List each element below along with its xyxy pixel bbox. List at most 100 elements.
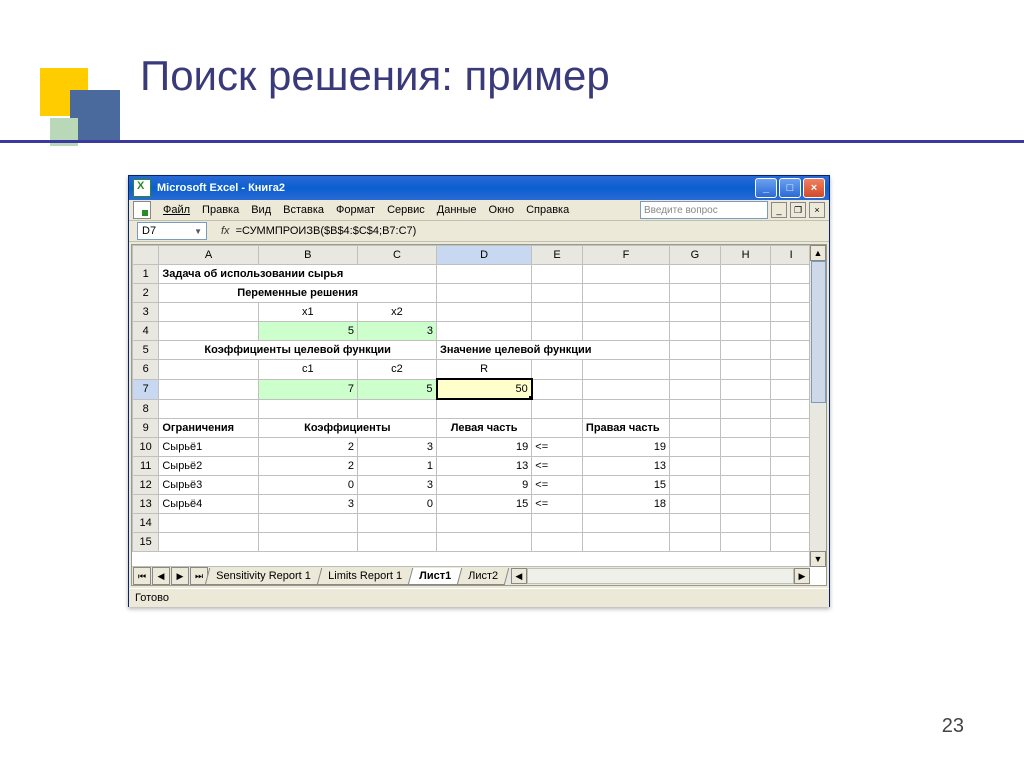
cell[interactable]: c1	[258, 360, 357, 380]
row-header-6[interactable]: 6	[133, 360, 159, 380]
window-close-button[interactable]: ×	[803, 178, 825, 198]
col-header-F[interactable]: F	[582, 246, 669, 265]
menu-data[interactable]: Данные	[431, 204, 483, 216]
cell[interactable]: 3	[357, 476, 436, 495]
row-header-13[interactable]: 13	[133, 495, 159, 514]
workbook-close-button[interactable]: ×	[809, 202, 825, 218]
row-header-9[interactable]: 9	[133, 419, 159, 438]
cell[interactable]: 5	[258, 322, 357, 341]
row-header-15[interactable]: 15	[133, 533, 159, 552]
workbook-restore-button[interactable]: ❐	[790, 202, 806, 218]
cell[interactable]: 15	[582, 476, 669, 495]
active-cell[interactable]: 50	[437, 379, 532, 399]
formula-input[interactable]: =СУММПРОИЗВ($B$4:$C$4;B7:C7)	[236, 225, 417, 237]
menu-format[interactable]: Формат	[330, 204, 381, 216]
cell[interactable]: 2	[258, 438, 357, 457]
col-header-A[interactable]: A	[159, 246, 258, 265]
menu-insert[interactable]: Вставка	[277, 204, 330, 216]
row-header-2[interactable]: 2	[133, 284, 159, 303]
cell[interactable]: 9	[437, 476, 532, 495]
col-header-I[interactable]: I	[771, 246, 812, 265]
sheet-tab[interactable]: Sensitivity Report 1	[205, 568, 322, 585]
cell[interactable]: 3	[357, 322, 436, 341]
col-header-B[interactable]: B	[258, 246, 357, 265]
cell[interactable]: Задача об использовании сырья	[159, 265, 437, 284]
row-header-11[interactable]: 11	[133, 457, 159, 476]
vertical-scrollbar[interactable]: ▲ ▼	[809, 245, 826, 567]
cell[interactable]: x2	[357, 303, 436, 322]
cell[interactable]: Сырьё2	[159, 457, 258, 476]
cell[interactable]: Ограничения	[159, 419, 258, 438]
col-header-D[interactable]: D	[437, 246, 532, 265]
row-header-12[interactable]: 12	[133, 476, 159, 495]
workbook-minimize-button[interactable]: _	[771, 202, 787, 218]
cell[interactable]: Сырьё4	[159, 495, 258, 514]
cell[interactable]: 0	[258, 476, 357, 495]
menu-help[interactable]: Справка	[520, 204, 575, 216]
menu-window[interactable]: Окно	[483, 204, 521, 216]
cell[interactable]: <=	[532, 476, 583, 495]
cell[interactable]: 3	[357, 438, 436, 457]
cell[interactable]: 18	[582, 495, 669, 514]
cell[interactable]: 7	[258, 379, 357, 399]
col-header-E[interactable]: E	[532, 246, 583, 265]
cell[interactable]: c2	[357, 360, 436, 380]
cell[interactable]: 5	[357, 379, 436, 399]
menu-tools[interactable]: Сервис	[381, 204, 431, 216]
cell[interactable]: x1	[258, 303, 357, 322]
col-header-G[interactable]: G	[670, 246, 721, 265]
cell[interactable]: <=	[532, 457, 583, 476]
sheet-tab[interactable]: Limits Report 1	[316, 568, 413, 585]
cell[interactable]: Сырьё1	[159, 438, 258, 457]
cell[interactable]: 0	[357, 495, 436, 514]
cell[interactable]: 13	[437, 457, 532, 476]
cell[interactable]: Правая часть	[582, 419, 669, 438]
menu-edit[interactable]: Правка	[196, 204, 245, 216]
name-box[interactable]: D7▼	[137, 222, 207, 240]
row-header-3[interactable]: 3	[133, 303, 159, 322]
scroll-thumb[interactable]	[811, 261, 826, 403]
name-box-dropdown-icon[interactable]: ▼	[194, 227, 202, 236]
window-minimize-button[interactable]: _	[755, 178, 777, 198]
fx-label[interactable]: fx	[221, 225, 230, 237]
tab-nav-next-icon[interactable]: ▶	[171, 567, 189, 585]
scroll-up-icon[interactable]: ▲	[810, 245, 826, 261]
menu-view[interactable]: Вид	[245, 204, 277, 216]
cell[interactable]: <=	[532, 495, 583, 514]
sheet-tab[interactable]: Лист2	[457, 568, 510, 585]
tab-nav-first-icon[interactable]: ⏮	[133, 567, 151, 585]
cell[interactable]: Коэффициенты целевой функции	[159, 341, 437, 360]
cell[interactable]: Сырьё3	[159, 476, 258, 495]
tab-nav-prev-icon[interactable]: ◀	[152, 567, 170, 585]
scroll-left-icon[interactable]: ◀	[511, 568, 527, 584]
cell[interactable]: Левая часть	[437, 419, 532, 438]
horizontal-scrollbar[interactable]: ◀ ▶	[511, 568, 810, 584]
sheet-tab-active[interactable]: Лист1	[407, 568, 462, 585]
menu-file[interactable]: Файл	[157, 204, 196, 216]
row-header-4[interactable]: 4	[133, 322, 159, 341]
cell[interactable]: 2	[258, 457, 357, 476]
col-header-C[interactable]: C	[357, 246, 436, 265]
row-header-14[interactable]: 14	[133, 514, 159, 533]
cell[interactable]: 15	[437, 495, 532, 514]
cell[interactable]: 13	[582, 457, 669, 476]
cell[interactable]: 1	[357, 457, 436, 476]
cell[interactable]: 19	[582, 438, 669, 457]
cell[interactable]: Переменные решения	[159, 284, 437, 303]
cell[interactable]: 19	[437, 438, 532, 457]
ask-question-box[interactable]: Введите вопрос	[640, 201, 768, 219]
cell[interactable]: Коэффициенты	[258, 419, 436, 438]
row-header-8[interactable]: 8	[133, 399, 159, 419]
cell[interactable]: 3	[258, 495, 357, 514]
row-header-5[interactable]: 5	[133, 341, 159, 360]
document-icon[interactable]	[133, 201, 151, 219]
row-header-1[interactable]: 1	[133, 265, 159, 284]
worksheet-grid[interactable]: A B C D E F G H I 1 Задача об использова…	[131, 244, 827, 586]
row-header-7[interactable]: 7	[133, 379, 159, 399]
row-header-10[interactable]: 10	[133, 438, 159, 457]
select-all-cell[interactable]	[133, 246, 159, 265]
cell[interactable]: Значение целевой функции	[437, 341, 670, 360]
window-titlebar[interactable]: Microsoft Excel - Книга2 _ □ ×	[129, 176, 829, 200]
scroll-down-icon[interactable]: ▼	[810, 551, 826, 567]
scroll-right-icon[interactable]: ▶	[794, 568, 810, 584]
